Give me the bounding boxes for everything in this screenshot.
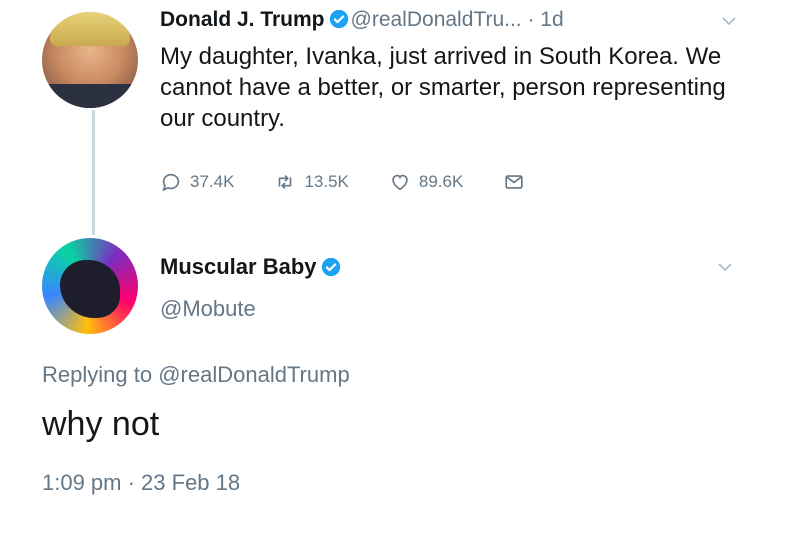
reply-author-header: Muscular Baby [160, 254, 343, 280]
replying-to-prefix: Replying to [42, 362, 153, 387]
like-count: 89.6K [418, 172, 464, 191]
direct-message-button[interactable] [503, 171, 525, 193]
retweet-button[interactable]: 13.5K [274, 171, 349, 193]
like-button[interactable]: 89.6K [389, 171, 463, 193]
original-handle[interactable]: @realDonaldTru... [351, 8, 522, 31]
replying-to-link[interactable]: @realDonaldTrump [158, 362, 349, 387]
chevron-down-icon[interactable] [718, 262, 732, 272]
reply-button[interactable]: 37.4K [160, 171, 234, 193]
retweet-icon [279, 174, 292, 190]
reply-display-name[interactable]: Muscular Baby [160, 254, 317, 279]
retweet-count: 13.5K [304, 172, 349, 191]
verified-badge-icon [329, 9, 348, 29]
thread-connector-line [92, 110, 95, 235]
original-tweet-age: · 1d [527, 8, 564, 31]
avatar-muscular-baby[interactable] [42, 238, 138, 334]
verified-badge-icon [321, 257, 340, 277]
reply-icon [162, 173, 180, 192]
replying-to-line: Replying to @realDonaldTrump [42, 362, 350, 388]
original-display-name[interactable]: Donald J. Trump [160, 8, 325, 31]
chevron-down-icon[interactable] [722, 16, 736, 26]
avatar-donald-trump[interactable] [42, 12, 138, 108]
reply-timestamp[interactable]: 1:09 pm · 23 Feb 18 [42, 470, 240, 496]
envelope-icon [505, 175, 523, 189]
heart-icon [392, 174, 408, 191]
reply-count: 37.4K [190, 172, 235, 191]
reply-tweet-text: why not [42, 405, 160, 443]
reply-handle[interactable]: @Mobute [160, 296, 256, 322]
tweet-action-bar: 37.4K 13.5K 89.6K [160, 168, 565, 196]
original-tweet-header: Donald J. Trump @realDonaldTru... · 1d [160, 8, 564, 32]
original-tweet-text: My daughter, Ivanka, just arrived in Sou… [160, 43, 726, 132]
